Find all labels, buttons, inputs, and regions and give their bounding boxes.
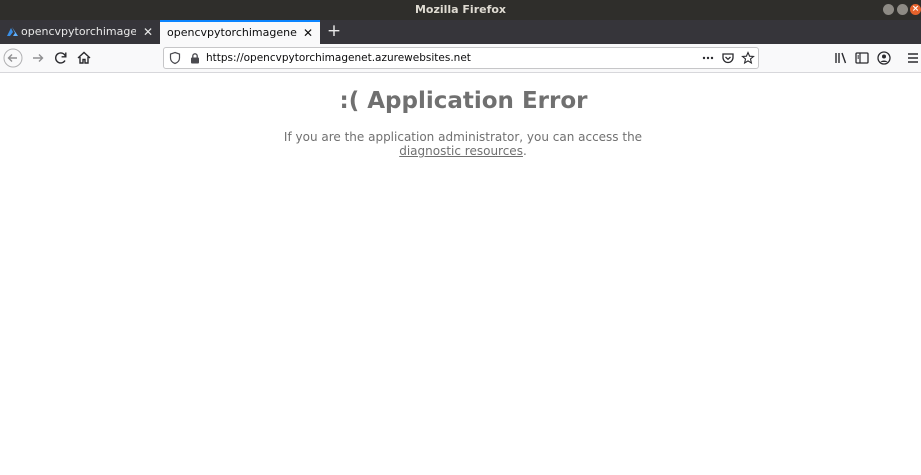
forward-icon[interactable] [28, 48, 48, 68]
tab-strip: opencvpytorchimagenet ✕ opencvpytorchima… [0, 20, 921, 44]
window-titlebar: Mozilla Firefox × [0, 0, 921, 20]
lock-icon[interactable] [188, 51, 202, 65]
page-actions-icon[interactable] [701, 51, 715, 65]
library-icon[interactable] [831, 48, 851, 68]
sidebar-icon[interactable] [852, 48, 872, 68]
close-window-button[interactable]: × [910, 4, 921, 15]
url-bar[interactable]: https://opencvpytorchimagenet.azurewebsi… [163, 47, 759, 69]
maximize-button[interactable] [897, 4, 908, 15]
tab-active-opencvpytorchimagenet[interactable]: opencvpytorchimagenet.azurewebsites.net … [160, 20, 320, 44]
tab-label: opencvpytorchimagenet [21, 25, 136, 38]
home-icon[interactable] [74, 48, 94, 68]
error-message: If you are the application administrator… [255, 130, 671, 158]
error-heading: :( Application Error [339, 88, 588, 114]
message-suffix: . [522, 144, 527, 158]
window-title: Mozilla Firefox [414, 3, 507, 16]
shield-icon[interactable] [168, 51, 182, 65]
pocket-icon[interactable] [721, 51, 735, 65]
message-text: If you are the application administrator… [283, 130, 643, 144]
azure-icon [7, 27, 18, 36]
minimize-button[interactable] [883, 4, 894, 15]
tab-opencvpytorchimagenet[interactable]: opencvpytorchimagenet ✕ [0, 20, 160, 44]
tab-close-icon[interactable]: ✕ [143, 20, 153, 44]
account-icon[interactable] [874, 48, 894, 68]
menu-icon[interactable] [903, 48, 921, 68]
page-content: :( Application Error If you are the appl… [0, 74, 921, 475]
new-tab-button[interactable]: + [326, 20, 342, 44]
bookmark-star-icon[interactable] [741, 51, 755, 65]
tab-close-icon[interactable]: ✕ [303, 22, 313, 44]
back-icon[interactable] [3, 48, 23, 68]
tab-label: opencvpytorchimagenet.azurewebsites.net [167, 26, 297, 39]
navigation-toolbar: https://opencvpytorchimagenet.azurewebsi… [0, 44, 921, 73]
url-text[interactable]: https://opencvpytorchimagenet.azurewebsi… [206, 48, 471, 68]
reload-icon[interactable] [51, 48, 71, 68]
diagnostic-resources-link[interactable]: diagnostic resources [399, 144, 523, 158]
